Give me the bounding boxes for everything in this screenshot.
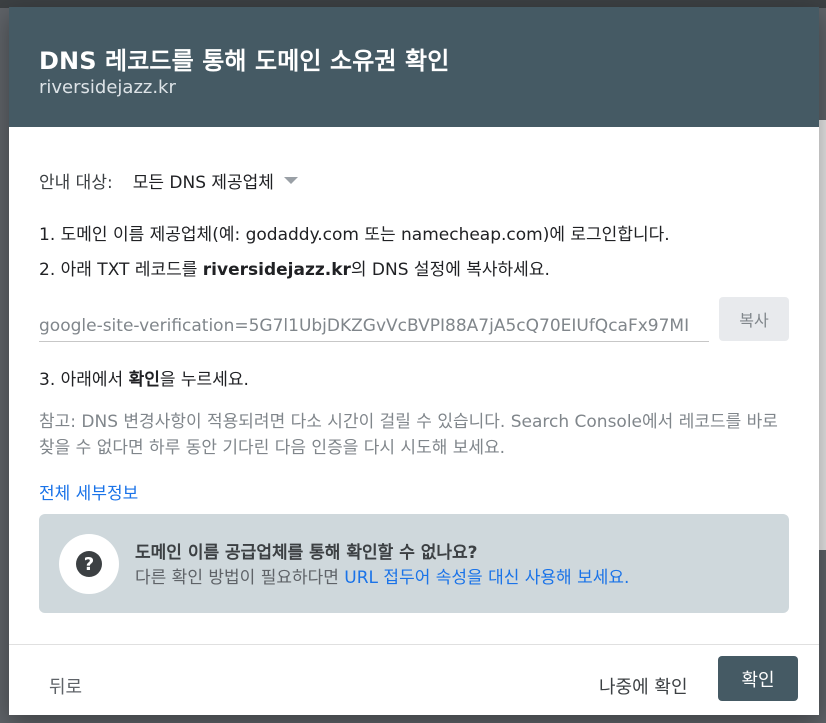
step-3: 3. 아래에서 확인을 누르세요. bbox=[39, 365, 249, 390]
alternative-method-box: ? 도메인 이름 공급업체를 통해 확인할 수 없나요? 다른 확인 방법이 필… bbox=[39, 514, 789, 613]
provider-dropdown-value[interactable]: 모든 DNS 제공업체 bbox=[133, 168, 274, 193]
provider-label: 안내 대상: bbox=[39, 173, 113, 193]
verify-button[interactable]: 확인 bbox=[718, 656, 798, 701]
info-desc-prefix: 다른 확인 방법이 필요하다면 bbox=[135, 568, 345, 588]
back-button[interactable]: 뒤로 bbox=[49, 673, 82, 699]
step-3-bold: 확인 bbox=[128, 370, 160, 390]
step-2-suffix: 의 DNS 설정에 복사하세요. bbox=[350, 260, 550, 280]
full-details-link[interactable]: 전체 세부정보 bbox=[39, 479, 138, 504]
info-box-description: 다른 확인 방법이 필요하다면 URL 접두어 속성을 대신 사용해 보세요. bbox=[135, 563, 629, 588]
step-3-suffix: 을 누르세요. bbox=[159, 370, 249, 390]
step-2-domain: riversidejazz.kr bbox=[202, 260, 351, 280]
url-prefix-link[interactable]: URL 접두어 속성을 대신 사용해 보세요. bbox=[344, 568, 629, 588]
help-circle-icon: ? bbox=[59, 534, 119, 594]
dns-note: 참고: DNS 변경사항이 적용되려면 다소 시간이 걸릴 수 있습니다. Se… bbox=[39, 412, 778, 458]
verify-dns-dialog: DNS 레코드를 통해 도메인 소유권 확인 riversidejazz.kr … bbox=[9, 7, 819, 715]
step-2-prefix: 2. 아래 TXT 레코드를 bbox=[39, 260, 203, 280]
info-box-title: 도메인 이름 공급업체를 통해 확인할 수 없나요? bbox=[135, 543, 478, 563]
verify-later-button[interactable]: 나중에 확인 bbox=[599, 673, 688, 699]
dialog-header: DNS 레코드를 통해 도메인 소유권 확인 riversidejazz.kr bbox=[9, 7, 819, 127]
txt-record-field[interactable]: google-site-verification=5G7l1UbjDKZGvVc… bbox=[39, 311, 709, 342]
dialog-footer: 뒤로 나중에 확인 확인 bbox=[9, 644, 819, 716]
step-1: 1. 도메인 이름 제공업체(예: godaddy.com 또는 nameche… bbox=[39, 225, 670, 245]
provider-selector-row: 안내 대상: 모든 DNS 제공업체 bbox=[39, 168, 298, 193]
dialog-domain: riversidejazz.kr bbox=[39, 77, 176, 98]
dropdown-caret-icon[interactable] bbox=[283, 177, 298, 184]
dialog-title: DNS 레코드를 통해 도메인 소유권 확인 bbox=[39, 47, 450, 75]
step-3-prefix: 3. 아래에서 bbox=[39, 370, 129, 390]
step-2: 2. 아래 TXT 레코드를 riversidejazz.kr의 DNS 설정에… bbox=[39, 255, 550, 280]
copy-button[interactable]: 복사 bbox=[719, 297, 789, 341]
question-mark-icon: ? bbox=[76, 551, 102, 577]
